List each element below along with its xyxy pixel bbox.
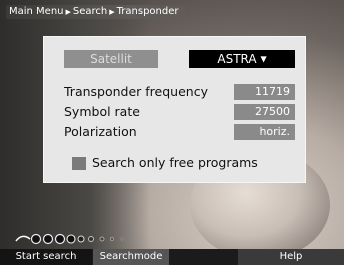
transponder-panel: Satellit ASTRA ▼ Transponder frequency 1… (43, 36, 306, 183)
wave-icon (15, 235, 31, 242)
free-programs-checkbox[interactable] (72, 157, 86, 170)
breadcrumb-item-main-menu: Main Menu (9, 6, 64, 17)
help-button[interactable]: Help (238, 249, 344, 265)
satellite-select[interactable]: ASTRA ▼ (189, 50, 295, 68)
caret-down-icon: ▼ (260, 54, 267, 64)
free-programs-label: Search only free programs (92, 155, 258, 170)
breadcrumb: Main Menu ▶ Search ▶ Transponder (6, 5, 185, 19)
transponder-frequency-label: Transponder frequency (64, 84, 208, 99)
breadcrumb-separator-icon: ▶ (109, 8, 115, 16)
breadcrumb-separator-icon: ▶ (65, 8, 71, 16)
dot-icon (99, 236, 105, 242)
dot-icon (120, 237, 124, 241)
breadcrumb-item-transponder: Transponder (116, 6, 179, 17)
symbol-rate-field[interactable]: 27500 (234, 104, 295, 120)
dot-icon (54, 233, 66, 245)
start-search-button[interactable]: Start search (0, 249, 92, 265)
dot-icon (30, 233, 42, 245)
searchmode-button[interactable]: Searchmode (93, 249, 169, 265)
channel-logo-dots (15, 233, 124, 245)
breadcrumb-item-search: Search (72, 6, 108, 17)
dot-icon (66, 234, 76, 244)
dot-icon (77, 235, 85, 243)
polarization-label: Polarization (64, 124, 137, 139)
dot-icon (88, 236, 94, 242)
dot-icon (42, 233, 54, 245)
dot-icon (110, 237, 114, 241)
satellite-label: Satellit (64, 50, 158, 68)
transponder-frequency-field[interactable]: 11719 (234, 84, 295, 100)
satellite-value: ASTRA (217, 52, 257, 66)
polarization-field[interactable]: horiz. (234, 124, 295, 140)
symbol-rate-label: Symbol rate (64, 104, 140, 119)
